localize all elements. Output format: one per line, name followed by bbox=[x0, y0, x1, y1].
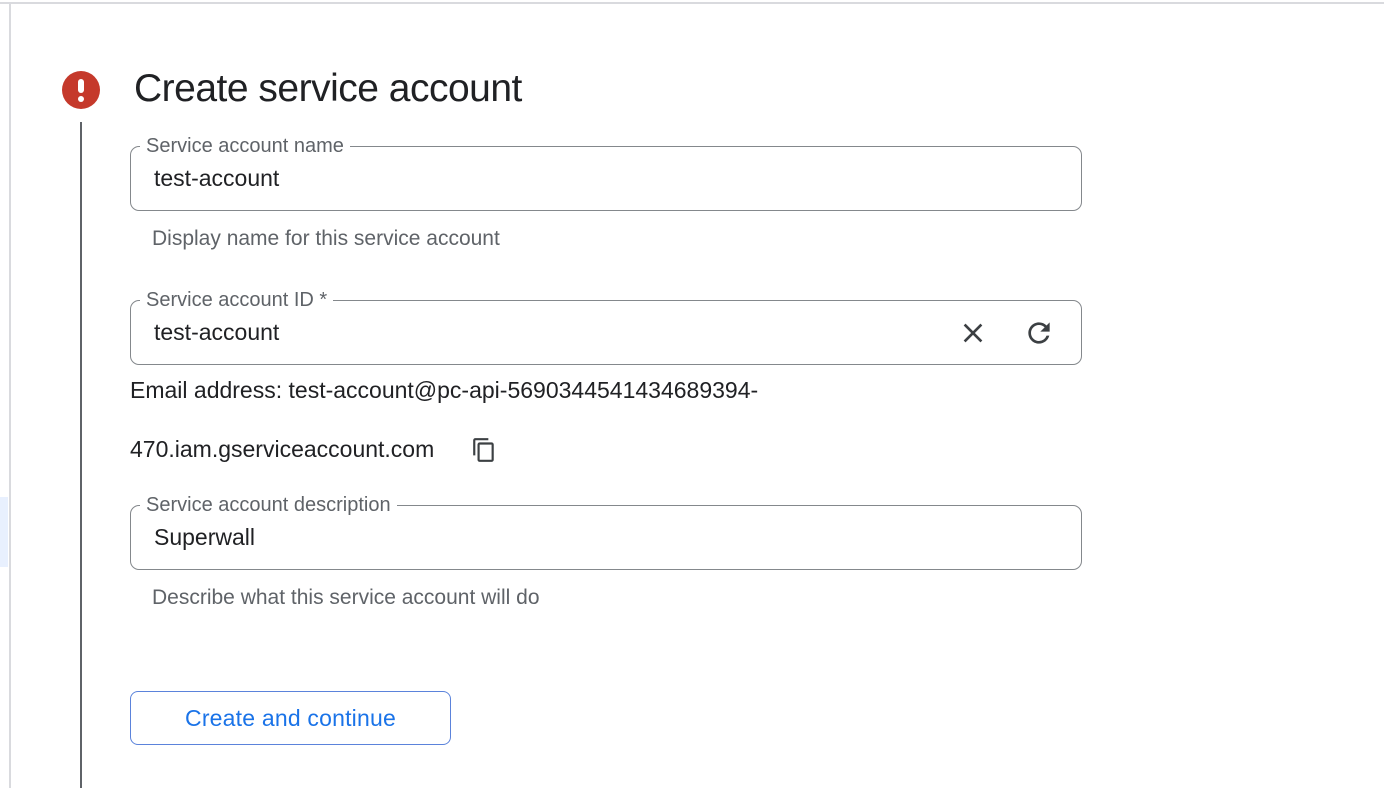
close-icon bbox=[957, 317, 989, 349]
service-account-id-input[interactable] bbox=[130, 300, 1082, 365]
regenerate-id-button[interactable] bbox=[1023, 317, 1055, 349]
email-address-line2-row: 470.iam.gserviceaccount.com bbox=[130, 436, 497, 463]
service-account-description-field: Service account description bbox=[130, 505, 1082, 570]
left-edge-highlight bbox=[0, 497, 8, 567]
copy-icon bbox=[471, 437, 497, 463]
panel-top-border bbox=[0, 2, 1384, 4]
error-icon bbox=[62, 71, 100, 109]
copy-email-button[interactable] bbox=[471, 437, 497, 463]
service-account-name-input[interactable] bbox=[130, 146, 1082, 211]
clear-id-button[interactable] bbox=[957, 317, 989, 349]
create-and-continue-button[interactable]: Create and continue bbox=[130, 691, 451, 745]
error-icon-dot bbox=[78, 96, 84, 102]
service-account-description-helper: Describe what this service account will … bbox=[152, 586, 540, 610]
service-account-name-field: Service account name bbox=[130, 146, 1082, 211]
email-address-line1: Email address: test-account@pc-api-56903… bbox=[130, 377, 758, 404]
create-service-account-page: Create service account Service account n… bbox=[0, 0, 1384, 788]
error-icon-bar bbox=[78, 79, 84, 93]
email-address-line2: 470.iam.gserviceaccount.com bbox=[130, 436, 434, 463]
stepper-connector-line bbox=[80, 122, 82, 788]
service-account-name-helper: Display name for this service account bbox=[152, 227, 500, 251]
panel-left-border bbox=[9, 2, 11, 788]
refresh-icon bbox=[1023, 317, 1055, 349]
page-title: Create service account bbox=[134, 64, 522, 114]
service-account-id-field: Service account ID * bbox=[130, 300, 1082, 365]
service-account-description-input[interactable] bbox=[130, 505, 1082, 570]
